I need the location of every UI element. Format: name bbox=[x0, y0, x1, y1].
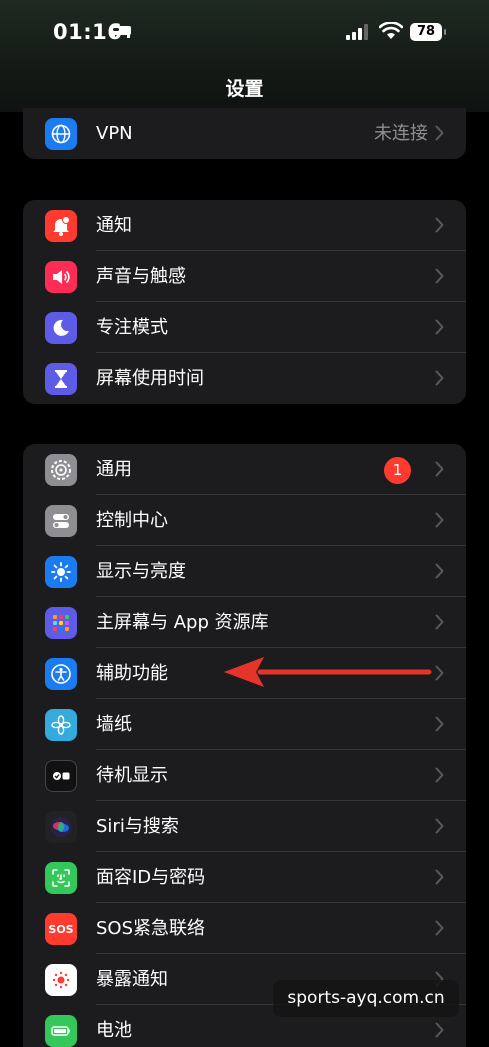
settings-row-label: 通用 bbox=[96, 459, 132, 480]
speaker-icon bbox=[45, 261, 77, 293]
settings-row-display[interactable]: 显示与亮度 bbox=[23, 546, 466, 597]
battery-indicator: 78 bbox=[410, 23, 446, 41]
settings-row-label: 辅助功能 bbox=[96, 663, 168, 684]
settings-row-control-center[interactable]: 控制中心 bbox=[23, 495, 466, 546]
chevron-right-icon bbox=[435, 461, 444, 477]
settings-row-label: 电池 bbox=[96, 1020, 132, 1041]
settings-row-label: 屏幕使用时间 bbox=[96, 368, 204, 389]
exposure-icon bbox=[45, 964, 77, 996]
chevron-right-icon bbox=[435, 818, 444, 834]
settings-row-home-screen[interactable]: 主屏幕与 App 资源库 bbox=[23, 597, 466, 648]
gear-icon bbox=[45, 454, 77, 486]
watermark-label: sports-ayq.com.cn bbox=[273, 980, 459, 1017]
settings-group-vpn: VPN 未连接 bbox=[23, 108, 466, 159]
app-grid-icon bbox=[45, 607, 77, 639]
bell-icon bbox=[45, 210, 77, 242]
nav-bar: 设置 bbox=[0, 66, 489, 112]
moon-icon bbox=[45, 312, 77, 344]
chevron-right-icon bbox=[435, 370, 444, 386]
settings-row-focus[interactable]: 专注模式 bbox=[23, 302, 466, 353]
settings-row-label: VPN bbox=[96, 123, 133, 144]
chevron-right-icon bbox=[435, 217, 444, 233]
settings-row-face-id[interactable]: 面容ID与密码 bbox=[23, 852, 466, 903]
page-title: 设置 bbox=[225, 78, 264, 100]
chevron-right-icon bbox=[435, 512, 444, 528]
chevron-right-icon bbox=[435, 319, 444, 335]
settings-row-label: 控制中心 bbox=[96, 510, 168, 531]
chevron-right-icon bbox=[435, 767, 444, 783]
chevron-right-icon bbox=[435, 1022, 444, 1038]
chevron-right-icon bbox=[435, 268, 444, 284]
annotation-arrow-icon bbox=[224, 657, 432, 687]
settings-row-label: 声音与触感 bbox=[96, 266, 186, 287]
settings-row-sounds[interactable]: 声音与触感 bbox=[23, 251, 466, 302]
vpn-globe-icon bbox=[45, 118, 77, 150]
sun-icon bbox=[45, 556, 77, 588]
settings-row-screen-time[interactable]: 屏幕使用时间 bbox=[23, 353, 466, 404]
wifi-icon bbox=[379, 22, 403, 39]
chevron-right-icon bbox=[435, 665, 444, 681]
settings-row-general[interactable]: 通用 1 bbox=[23, 444, 466, 495]
settings-row-notifications[interactable]: 通知 bbox=[23, 200, 466, 251]
settings-row-label: SOS紧急联络 bbox=[96, 918, 206, 939]
siri-icon bbox=[45, 811, 77, 843]
standby-icon bbox=[45, 760, 77, 792]
toggles-icon bbox=[45, 505, 77, 537]
chevron-right-icon bbox=[435, 125, 444, 141]
chevron-right-icon bbox=[435, 869, 444, 885]
notification-badge: 1 bbox=[384, 457, 411, 484]
accessibility-icon bbox=[45, 658, 77, 690]
settings-row-label: 通知 bbox=[96, 215, 132, 236]
settings-row-label: 待机显示 bbox=[96, 765, 168, 786]
flower-icon bbox=[45, 709, 77, 741]
settings-group-notifications: 通知 声音与触感 专注模式 屏幕使用时间 bbox=[23, 200, 466, 404]
settings-row-label: 面容ID与密码 bbox=[96, 867, 206, 888]
cellular-signal-icon bbox=[346, 24, 368, 40]
settings-row-label: Siri与搜索 bbox=[96, 816, 179, 837]
settings-row-standby[interactable]: 待机显示 bbox=[23, 750, 466, 801]
hourglass-icon bbox=[45, 363, 77, 395]
settings-row-sos[interactable]: SOS SOS紧急联络 bbox=[23, 903, 466, 954]
chevron-right-icon bbox=[435, 716, 444, 732]
settings-row-vpn[interactable]: VPN 未连接 bbox=[23, 108, 466, 159]
settings-row-label: 显示与亮度 bbox=[96, 561, 186, 582]
settings-row-label: 专注模式 bbox=[96, 317, 168, 338]
sos-icon: SOS bbox=[45, 913, 77, 945]
settings-row-label: 暴露通知 bbox=[96, 969, 168, 990]
vpn-status-value: 未连接 bbox=[374, 123, 428, 144]
sleep-bed-icon bbox=[111, 26, 131, 38]
status-bar: 01:16 78 bbox=[0, 0, 489, 66]
settings-group-general: 通用 1 控制中心 显示与亮度 主屏幕与 App 资源库 辅助功能 墙纸 待机显… bbox=[23, 444, 466, 1047]
chevron-right-icon bbox=[435, 563, 444, 579]
settings-row-label: 墙纸 bbox=[96, 714, 132, 735]
battery-icon bbox=[45, 1015, 77, 1047]
settings-row-siri[interactable]: Siri与搜索 bbox=[23, 801, 466, 852]
faceid-icon bbox=[45, 862, 77, 894]
chevron-right-icon bbox=[435, 614, 444, 630]
settings-row-wallpaper[interactable]: 墙纸 bbox=[23, 699, 466, 750]
settings-row-label: 主屏幕与 App 资源库 bbox=[96, 612, 269, 633]
chevron-right-icon bbox=[435, 920, 444, 936]
